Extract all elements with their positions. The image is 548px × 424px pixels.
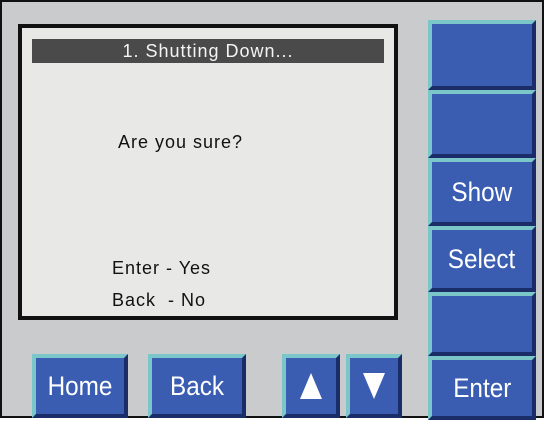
up-arrow-icon (300, 373, 322, 399)
enter-button[interactable]: Enter (428, 356, 536, 420)
softkey-2-button[interactable] (428, 90, 536, 158)
display-screen: 1. Shutting Down... Are you sure? Enter … (18, 24, 398, 320)
screen-title: 1. Shutting Down... (32, 39, 384, 63)
home-button-label: Home (47, 370, 113, 401)
back-button[interactable]: Back (148, 354, 246, 418)
select-button[interactable]: Select (428, 226, 536, 292)
softkey-5-button[interactable] (428, 292, 536, 356)
option-no-label: Back - No (112, 290, 207, 310)
control-panel: 1. Shutting Down... Are you sure? Enter … (0, 0, 544, 420)
select-button-label: Select (448, 243, 516, 274)
down-arrow-icon (363, 373, 385, 399)
down-arrow-button[interactable] (346, 354, 402, 418)
show-button[interactable]: Show (428, 158, 536, 226)
option-yes-label: Enter - Yes (112, 258, 212, 278)
back-button-label: Back (169, 370, 225, 401)
home-button[interactable]: Home (32, 354, 128, 418)
confirm-prompt: Are you sure? (118, 132, 244, 152)
softkey-1-button[interactable] (428, 20, 536, 90)
up-arrow-button[interactable] (282, 354, 340, 418)
show-button-label: Show (451, 176, 513, 207)
enter-button-label: Enter (452, 372, 512, 403)
